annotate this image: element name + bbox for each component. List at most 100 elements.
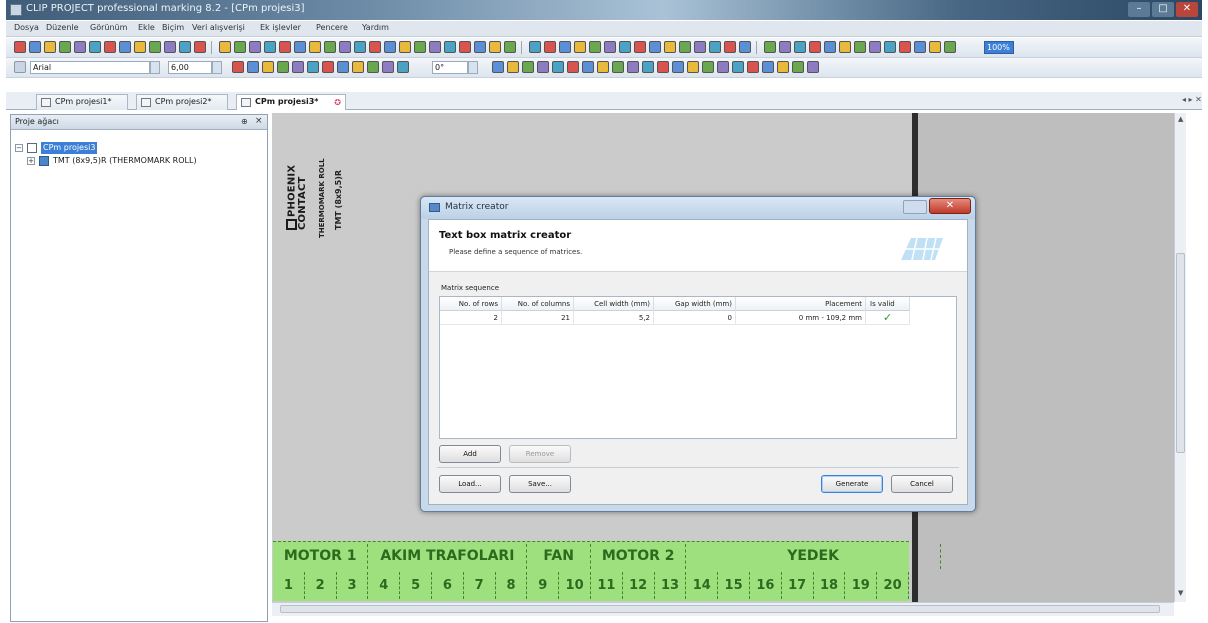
cell-gap-width[interactable]: 0 bbox=[654, 311, 736, 325]
toolbar-tool-icon[interactable] bbox=[234, 41, 246, 53]
tab-close-icon[interactable]: ✪ bbox=[334, 96, 341, 110]
toolbar-tool-icon[interactable] bbox=[489, 41, 501, 53]
rotation-dropdown[interactable] bbox=[468, 61, 478, 74]
vertical-scrollbar[interactable]: ▲ ▼ bbox=[1174, 113, 1186, 602]
toolbar-tool-icon[interactable] bbox=[724, 41, 736, 53]
marker-number[interactable]: 12 bbox=[623, 572, 655, 599]
marker-number[interactable]: 20 bbox=[877, 572, 909, 599]
toolbar-tool-icon[interactable] bbox=[249, 41, 261, 53]
toolbar-tool-icon[interactable] bbox=[824, 41, 836, 53]
horizontal-scrollbar[interactable] bbox=[272, 602, 1174, 616]
col-header-placement[interactable]: Placement bbox=[736, 297, 866, 311]
tree-child-node[interactable]: + TMT (8x9,5)R (THERMOMARK ROLL) bbox=[27, 155, 267, 167]
tree-root-node[interactable]: − CPm projesi3 bbox=[15, 142, 215, 154]
expand-icon[interactable]: + bbox=[27, 157, 35, 165]
format-tool-icon[interactable] bbox=[277, 61, 289, 73]
toolbar-tool-icon[interactable] bbox=[104, 41, 116, 53]
col-header-gap-width[interactable]: Gap width (mm) bbox=[654, 297, 736, 311]
toolbar-tool-icon[interactable] bbox=[544, 41, 556, 53]
format-tool-icon[interactable] bbox=[382, 61, 394, 73]
marker-group-label[interactable]: MOTOR 1 bbox=[273, 544, 369, 569]
menu-duzenle[interactable]: Düzenle bbox=[46, 23, 79, 32]
toolbar-tool-icon[interactable] bbox=[459, 41, 471, 53]
toolbar-tool-icon[interactable] bbox=[74, 41, 86, 53]
toolbar-tool-icon[interactable] bbox=[649, 41, 661, 53]
format-tool-icon[interactable] bbox=[352, 61, 364, 73]
toolbar-tool-icon[interactable] bbox=[664, 41, 676, 53]
format-tool-icon[interactable] bbox=[397, 61, 409, 73]
format-tool-icon[interactable] bbox=[747, 61, 759, 73]
toolbar-tool-icon[interactable] bbox=[29, 41, 41, 53]
toolbar-tool-icon[interactable] bbox=[384, 41, 396, 53]
format-tool-icon[interactable] bbox=[807, 61, 819, 73]
marker-group-label[interactable]: MOTOR 2 bbox=[591, 544, 687, 569]
marker-group-label[interactable]: AKIM TRAFOLARI bbox=[368, 544, 528, 569]
col-header-cell-width[interactable]: Cell width (mm) bbox=[574, 297, 654, 311]
format-tool-icon[interactable] bbox=[792, 61, 804, 73]
format-tool-icon[interactable] bbox=[657, 61, 669, 73]
cell-cell-width[interactable]: 5,2 bbox=[574, 311, 654, 325]
toolbar-tool-icon[interactable] bbox=[89, 41, 101, 53]
marker-number[interactable]: 11 bbox=[591, 572, 623, 599]
cell-rows[interactable]: 2 bbox=[440, 311, 502, 325]
cancel-button[interactable]: Cancel bbox=[891, 475, 953, 493]
format-tool-icon[interactable] bbox=[507, 61, 519, 73]
scroll-up-icon[interactable]: ▲ bbox=[1178, 115, 1183, 123]
tab-cpm-projesi3[interactable]: CPm projesi3* ✪ bbox=[236, 94, 346, 110]
toolbar-tool-icon[interactable] bbox=[119, 41, 131, 53]
format-tool-icon[interactable] bbox=[777, 61, 789, 73]
tab-navigation[interactable]: ◂ ▸ ✕ bbox=[1182, 95, 1202, 104]
menu-pencere[interactable]: Pencere bbox=[316, 23, 348, 32]
font-name-dropdown[interactable] bbox=[150, 61, 160, 74]
close-window-button[interactable]: ✕ bbox=[1176, 2, 1198, 17]
toolbar-tool-icon[interactable] bbox=[589, 41, 601, 53]
toolbar-tool-icon[interactable] bbox=[764, 41, 776, 53]
toolbar-tool-icon[interactable] bbox=[679, 41, 691, 53]
toolbar-tool-icon[interactable] bbox=[619, 41, 631, 53]
menu-veri-alisverisi[interactable]: Veri alışverişi bbox=[192, 23, 245, 32]
dialog-help-button[interactable] bbox=[903, 200, 927, 214]
toolbar-tool-icon[interactable] bbox=[739, 41, 751, 53]
toolbar-tool-icon[interactable] bbox=[504, 41, 516, 53]
format-tool-icon[interactable] bbox=[567, 61, 579, 73]
toolbar-tool-icon[interactable] bbox=[899, 41, 911, 53]
col-header-is-valid[interactable]: Is valid bbox=[866, 297, 910, 311]
font-name-select[interactable]: Arial bbox=[30, 61, 150, 74]
save-button[interactable]: Save... bbox=[509, 475, 571, 493]
marker-strip[interactable]: MOTOR 1 AKIM TRAFOLARI FAN MOTOR 2 YEDEK 123… bbox=[273, 541, 941, 601]
marker-number[interactable]: 19 bbox=[845, 572, 878, 599]
table-row[interactable]: 2 21 5,2 0 0 mm - 109,2 mm ✓ bbox=[440, 311, 910, 325]
marker-number[interactable]: 1 bbox=[273, 572, 305, 599]
zoom-select[interactable]: 100% bbox=[984, 41, 1014, 54]
dialog-close-button[interactable]: ✕ bbox=[929, 198, 971, 214]
tab-cpm-projesi1[interactable]: CPm projesi1* bbox=[36, 94, 128, 110]
format-tool-icon[interactable] bbox=[702, 61, 714, 73]
toolbar-tool-icon[interactable] bbox=[279, 41, 291, 53]
marker-number[interactable]: 18 bbox=[814, 572, 846, 599]
scroll-down-icon[interactable]: ▼ bbox=[1178, 589, 1183, 597]
vertical-scroll-thumb[interactable] bbox=[1176, 253, 1185, 453]
col-header-columns[interactable]: No. of columns bbox=[502, 297, 574, 311]
toolbar-tool-icon[interactable] bbox=[59, 41, 71, 53]
format-tool-icon[interactable] bbox=[732, 61, 744, 73]
toolbar-tool-icon[interactable] bbox=[429, 41, 441, 53]
format-tool-icon[interactable] bbox=[582, 61, 594, 73]
text-tool-icon[interactable] bbox=[14, 61, 26, 73]
marker-group-label[interactable]: YEDEK bbox=[686, 544, 941, 569]
menu-bicim[interactable]: Biçim bbox=[162, 23, 184, 32]
close-panel-button[interactable]: × bbox=[255, 116, 263, 126]
remove-button[interactable]: Remove bbox=[509, 445, 571, 463]
toolbar-tool-icon[interactable] bbox=[529, 41, 541, 53]
toolbar-tool-icon[interactable] bbox=[134, 41, 146, 53]
toolbar-tool-icon[interactable] bbox=[914, 41, 926, 53]
marker-number[interactable]: 15 bbox=[718, 572, 750, 599]
marker-number[interactable]: 10 bbox=[559, 572, 591, 599]
horizontal-scroll-thumb[interactable] bbox=[280, 605, 1160, 613]
pin-icon[interactable]: ⊕ bbox=[241, 117, 248, 126]
toolbar-tool-icon[interactable] bbox=[574, 41, 586, 53]
marker-number[interactable]: 14 bbox=[686, 572, 719, 599]
toolbar-tool-icon[interactable] bbox=[179, 41, 191, 53]
format-tool-icon[interactable] bbox=[537, 61, 549, 73]
load-button[interactable]: Load... bbox=[439, 475, 501, 493]
toolbar-tool-icon[interactable] bbox=[474, 41, 486, 53]
